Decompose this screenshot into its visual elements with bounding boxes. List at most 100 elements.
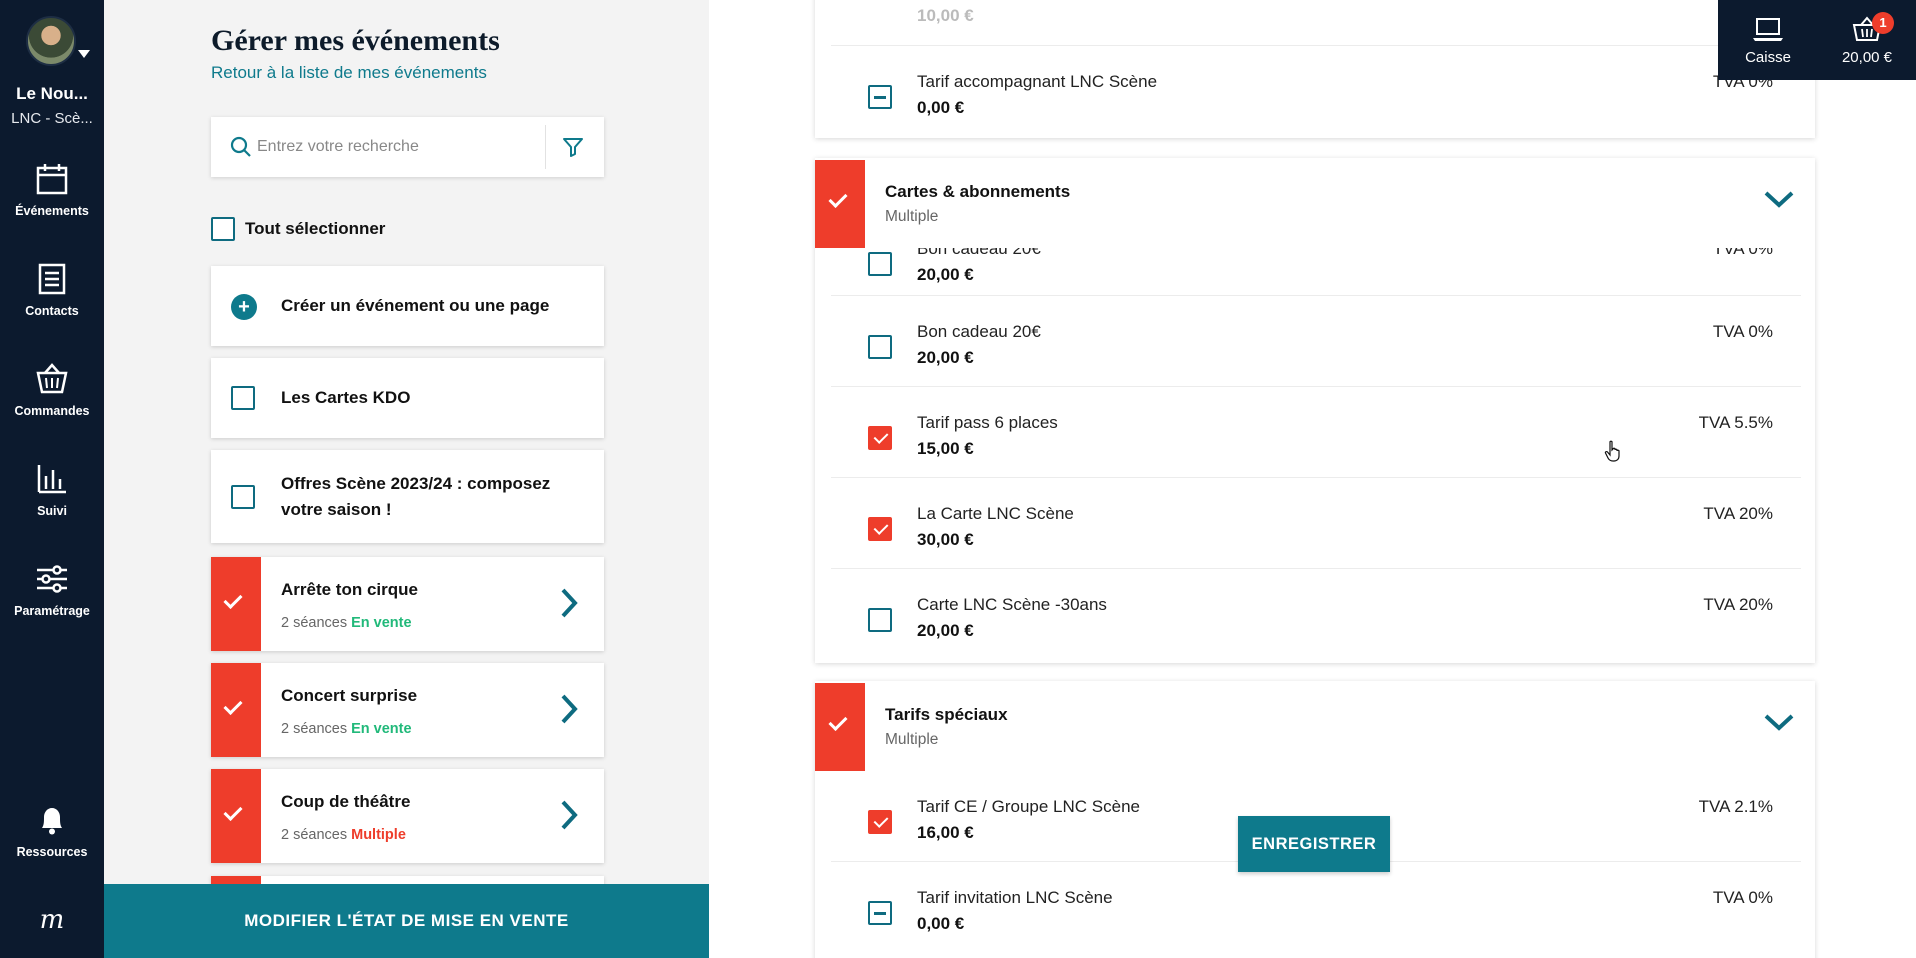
caret-down-icon[interactable]: [78, 50, 90, 58]
brand-logo[interactable]: m: [0, 905, 104, 935]
tarif-tva: TVA 20%: [1703, 504, 1773, 523]
event-card[interactable]: Concert surprise 2 séances En vente: [211, 663, 604, 757]
nav-item-contacts[interactable]: Contacts: [0, 262, 104, 342]
tarif-price: 16,00 €: [917, 823, 974, 842]
check-icon: [223, 589, 243, 610]
tarif-row[interactable]: La Carte LNC Scène 30,00 € TVA 20%: [831, 478, 1801, 569]
event-seances: 2 séances: [281, 721, 348, 737]
nav-item-parametrage[interactable]: Paramétrage: [0, 562, 104, 642]
event-selected-tab[interactable]: [211, 769, 261, 863]
divider: [545, 125, 546, 169]
status-badge: En vente: [351, 615, 412, 631]
cart-count-badge: 1: [1872, 12, 1894, 34]
group-subtitle: Multiple: [885, 208, 939, 225]
event-card[interactable]: Coup de théâtre 2 séances Multiple: [211, 769, 604, 863]
tarif-panel: 10,00 € Tarif accompagnant LNC Scène 0,0…: [709, 0, 1916, 958]
tarif-price: 20,00 €: [917, 621, 974, 640]
tarif-group-cartes: Bon cadeau 20€ 20,00 € TVA 0% Bon cadeau…: [815, 158, 1815, 663]
avatar[interactable]: [26, 16, 76, 66]
nav-item-commandes[interactable]: Commandes: [0, 362, 104, 442]
select-all-checkbox[interactable]: [211, 217, 235, 241]
back-link[interactable]: Retour à la liste de mes événements: [211, 63, 487, 83]
tarif-price: 20,00 €: [917, 265, 974, 284]
status-badge: En vente: [351, 721, 412, 737]
event-seances: 2 séances: [281, 615, 348, 631]
select-all[interactable]: Tout sélectionner: [211, 217, 385, 241]
search-icon: [230, 136, 251, 157]
tarif-checkbox[interactable]: [868, 426, 892, 450]
chevron-right-icon[interactable]: [558, 693, 580, 725]
user-menu[interactable]: [26, 16, 90, 66]
tarif-row[interactable]: Tarif accompagnant LNC Scène 0,00 € TVA …: [831, 46, 1801, 137]
chevron-right-icon[interactable]: [558, 799, 580, 831]
modify-sale-state-button[interactable]: MODIFIER L'ÉTAT DE MISE EN VENTE: [104, 884, 709, 958]
item-checkbox[interactable]: [231, 485, 255, 509]
hand-cursor-icon: [1604, 440, 1620, 462]
nav-label: Événements: [15, 204, 89, 218]
search-box: [211, 117, 604, 177]
tarif-name: Tarif accompagnant LNC Scène: [917, 72, 1158, 91]
tarif-row[interactable]: Tarif invitation LNC Scène 0,00 € TVA 0%: [831, 862, 1801, 953]
cart-button[interactable]: 1 20,00 €: [1818, 0, 1916, 80]
list-item[interactable]: Les Cartes KDO: [211, 358, 604, 438]
tarif-checkbox[interactable]: [868, 901, 892, 925]
nav-label: Paramétrage: [14, 604, 90, 618]
item-title-line1: Offres Scène 2023/24 : composez: [281, 474, 551, 493]
search-input[interactable]: [257, 129, 527, 165]
chevron-right-icon[interactable]: [558, 587, 580, 619]
group-header[interactable]: Tarifs spéciaux Multiple: [815, 681, 1815, 771]
tarif-tva: TVA 2.1%: [1698, 797, 1773, 816]
caisse-button[interactable]: Caisse: [1718, 0, 1818, 80]
sliders-icon: [37, 565, 67, 593]
event-selected-tab[interactable]: [211, 557, 261, 651]
cart-total: 20,00 €: [1841, 49, 1893, 66]
tarif-checkbox[interactable]: [868, 810, 892, 834]
group-selected-tab[interactable]: [815, 683, 865, 771]
topbar: Caisse 1 20,00 €: [1718, 0, 1916, 80]
save-button[interactable]: ENREGISTRER: [1238, 816, 1390, 872]
tarif-row[interactable]: Carte LNC Scène -30ans 20,00 € TVA 20%: [831, 569, 1801, 660]
bar-chart-icon: [37, 465, 66, 494]
nav-label: Suivi: [37, 504, 67, 518]
event-seances: 2 séances: [281, 827, 348, 843]
chevron-down-icon[interactable]: [1763, 711, 1795, 733]
nav-label: Ressources: [16, 845, 88, 859]
event-meta: 2 séances En vente: [281, 721, 412, 737]
filter-icon[interactable]: [561, 135, 585, 159]
group-title: Cartes & abonnements: [885, 182, 1071, 201]
group-header[interactable]: Cartes & abonnements Multiple: [815, 158, 1815, 248]
event-selected-tab[interactable]: [211, 663, 261, 757]
tarif-tva: TVA 0%: [1712, 322, 1773, 341]
tarif-checkbox[interactable]: [868, 608, 892, 632]
item-checkbox[interactable]: [231, 386, 255, 410]
tarif-tva: TVA 20%: [1703, 595, 1773, 614]
nav-item-ressources[interactable]: Ressources: [0, 803, 104, 883]
list-item[interactable]: Offres Scène 2023/24 : composez votre sa…: [211, 450, 604, 543]
tarif-row[interactable]: Bon cadeau 20€ 20,00 € TVA 0%: [831, 296, 1801, 387]
tarif-name: Tarif invitation LNC Scène: [917, 888, 1113, 907]
check-icon: [828, 711, 848, 732]
create-event-card[interactable]: + Créer un événement ou une page: [211, 266, 604, 346]
event-list-panel: Gérer mes événements Retour à la liste d…: [104, 0, 709, 958]
tarif-name: Carte LNC Scène -30ans: [917, 595, 1107, 614]
select-all-label: Tout sélectionner: [245, 219, 386, 238]
nav-item-evenements[interactable]: Événements: [0, 162, 104, 242]
tarif-row[interactable]: 10,00 €: [831, 0, 1801, 46]
tarif-checkbox[interactable]: [868, 85, 892, 109]
event-meta: 2 séances En vente: [281, 615, 412, 631]
tarif-checkbox[interactable]: [868, 517, 892, 541]
event-card[interactable]: Arrête ton cirque 2 séances En vente: [211, 557, 604, 651]
tarif-tva: TVA 5.5%: [1698, 413, 1773, 432]
nav-label: Contacts: [25, 304, 79, 318]
check-icon: [223, 801, 243, 822]
tarif-tva: TVA 0%: [1712, 888, 1773, 907]
user-name: Le Nou...: [16, 84, 88, 103]
tarif-name: Bon cadeau 20€: [917, 322, 1041, 341]
nav-item-suivi[interactable]: Suivi: [0, 462, 104, 542]
tarif-name: Tarif pass 6 places: [917, 413, 1058, 432]
tarif-checkbox[interactable]: [868, 335, 892, 359]
chevron-down-icon[interactable]: [1763, 188, 1795, 210]
group-selected-tab[interactable]: [815, 160, 865, 248]
tarif-row[interactable]: Tarif pass 6 places 15,00 € TVA 5.5%: [831, 387, 1801, 478]
tarif-checkbox[interactable]: [868, 252, 892, 276]
